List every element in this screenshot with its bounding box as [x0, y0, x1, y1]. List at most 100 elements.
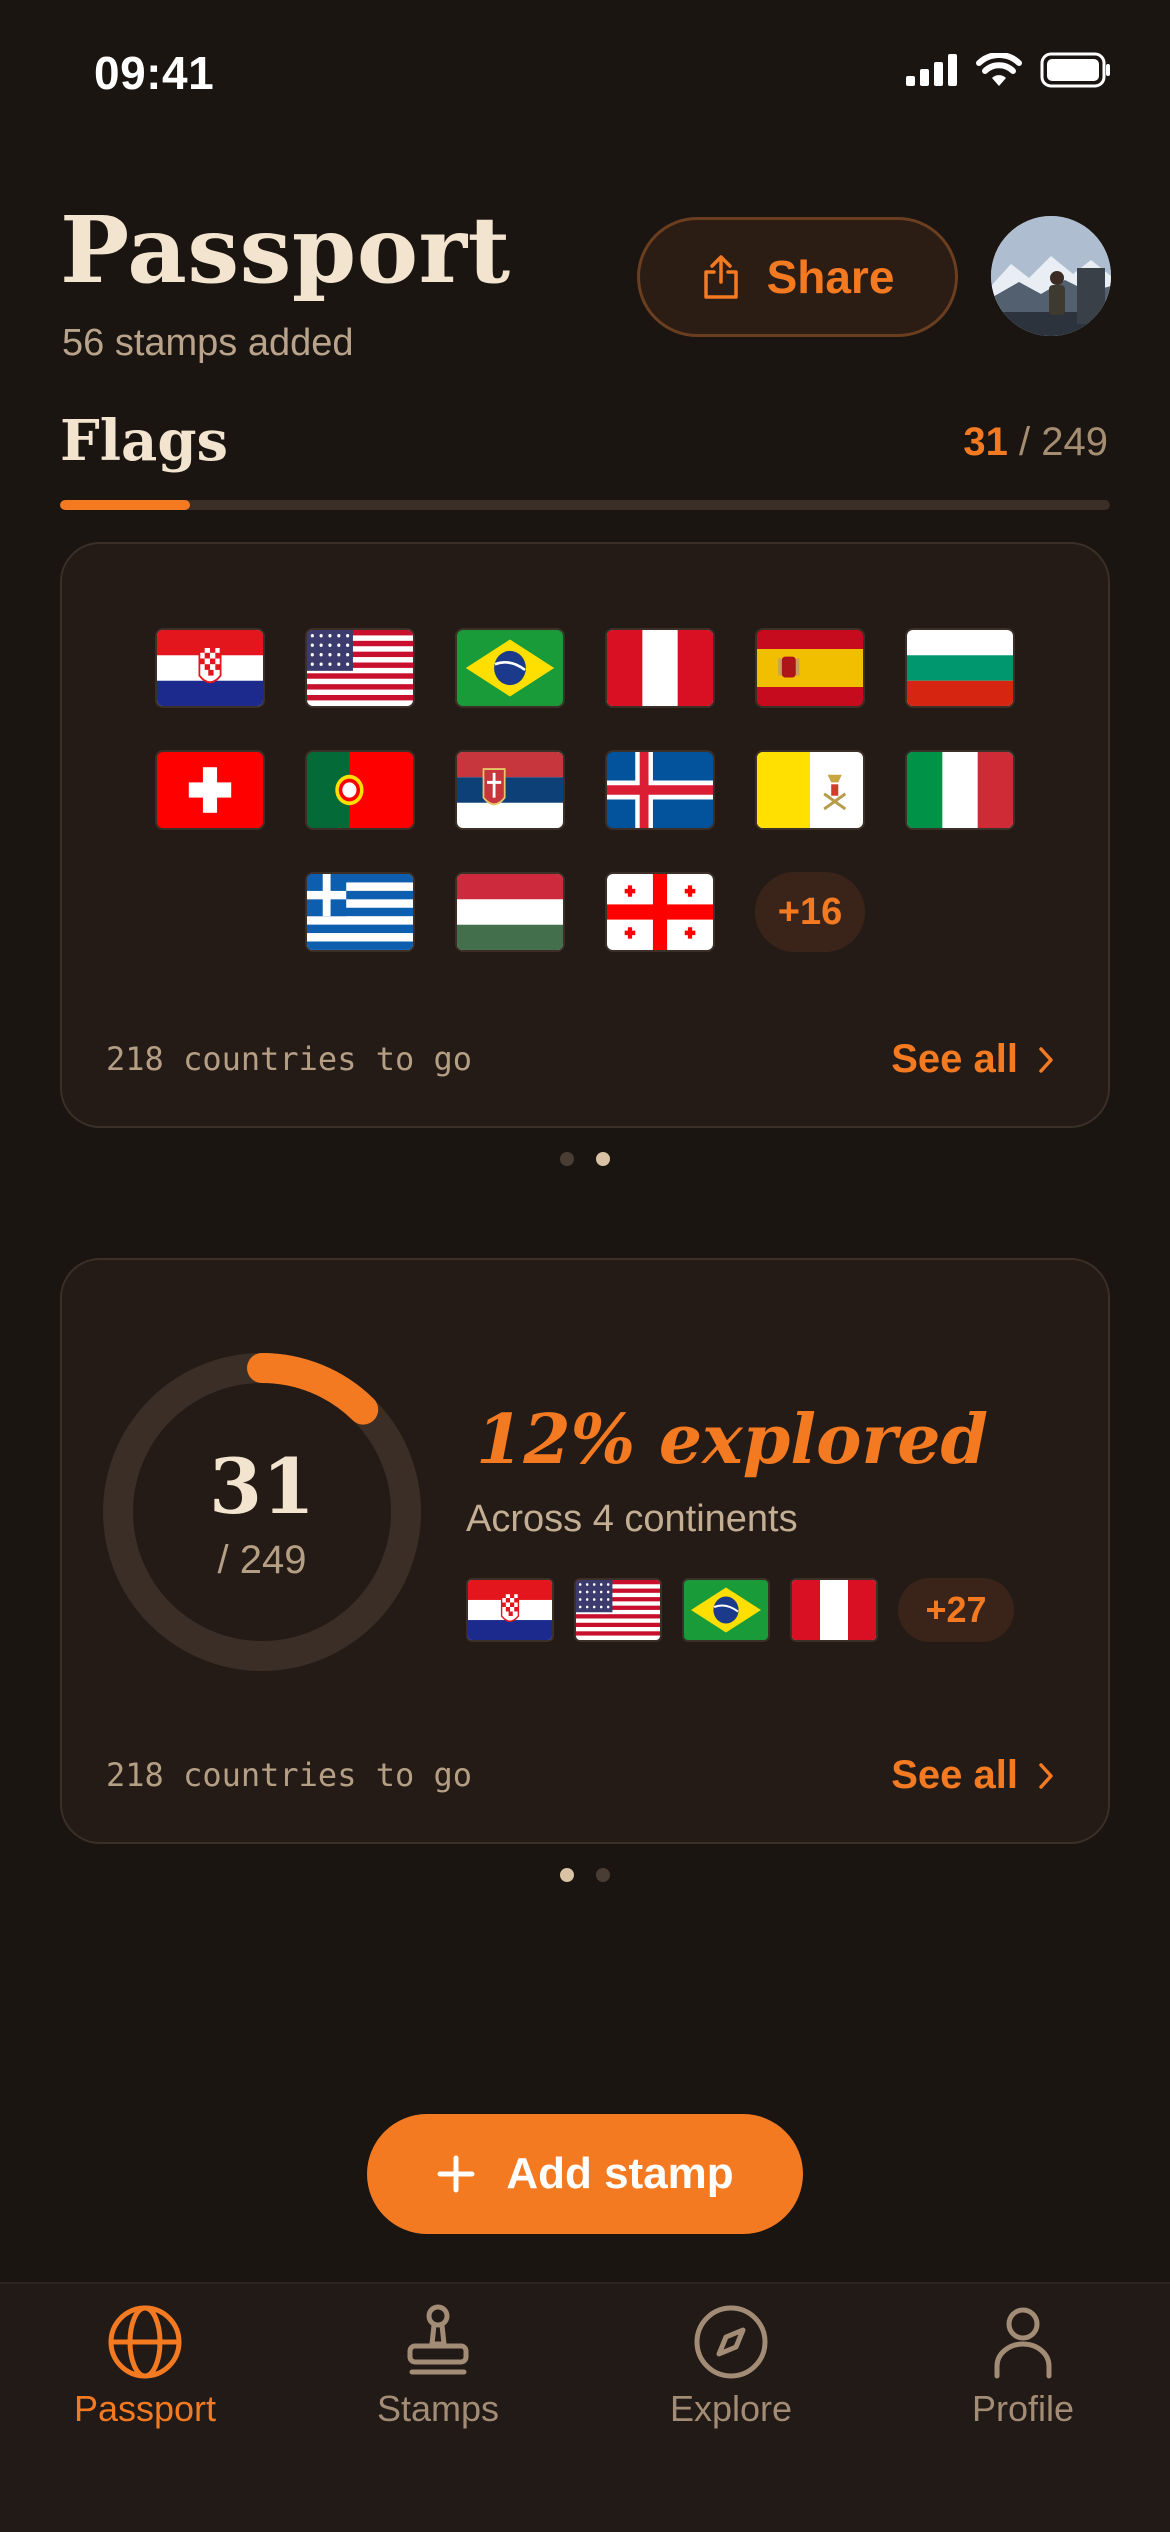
see-all-stats-link[interactable]: See all [891, 1753, 1056, 1798]
exploration-stats-card[interactable]: 31 / 249 12% explored Across 4 continent… [60, 1258, 1110, 1844]
tab-bar: Passport Stamps Explore Profile [0, 2282, 1170, 2532]
see-all-label: See all [891, 1753, 1018, 1797]
flag-row: +16 [62, 872, 1108, 952]
status-time: 09:41 [94, 47, 215, 99]
flag-spain[interactable] [755, 628, 865, 708]
flag-vatican[interactable] [755, 750, 865, 830]
flags-collected: 31 [963, 420, 1008, 464]
explored-percentage: 12% explored [476, 1400, 989, 1480]
flags-progress-bar [60, 500, 1110, 510]
more-flags-pill[interactable]: +27 [898, 1578, 1014, 1642]
share-icon [703, 255, 738, 299]
status-bar: 09:41 [0, 0, 1170, 150]
flag-croatia[interactable] [466, 1578, 554, 1642]
flag-serbia-image [457, 752, 563, 828]
flag-peru[interactable] [790, 1578, 878, 1642]
flag-greece-image [307, 874, 413, 950]
avatar-photo [991, 216, 1111, 336]
flag-italy-image [907, 752, 1013, 828]
page-dot[interactable] [560, 1868, 574, 1882]
flag-hungary-image [457, 874, 563, 950]
flag-serbia[interactable] [455, 750, 565, 830]
flag-bulgaria-image [907, 630, 1013, 706]
stamped-count: 31 [209, 1442, 315, 1531]
flag-croatia-image [157, 630, 263, 706]
passport-screen: 09:41 Passport 56 stamps added Share Fla… [0, 0, 1170, 2532]
recent-flags: +27 [466, 1578, 1014, 1642]
page-dot[interactable] [596, 1152, 610, 1166]
flag-usa-image [307, 630, 413, 706]
cellular-signal-icon [906, 54, 957, 86]
flag-peru[interactable] [605, 628, 715, 708]
wifi-icon [976, 53, 1022, 86]
see-all-flags-link[interactable]: See all [891, 1037, 1056, 1082]
avatar[interactable] [991, 216, 1111, 336]
flags-card[interactable]: +16 218 countries to go See all [60, 542, 1110, 1128]
flag-brazil-image [684, 1580, 768, 1640]
countries-total: / 249 [217, 1538, 307, 1582]
flag-brazil-image [457, 630, 563, 706]
flags-total: 249 [1041, 420, 1108, 464]
stamp-icon [407, 2304, 469, 2375]
tab-stamps[interactable]: Stamps [328, 2302, 548, 2430]
tab-label: Explore [669, 2388, 793, 2429]
countries-to-go: 218 countries to go [106, 1040, 472, 1078]
tab-profile[interactable]: Profile [913, 2302, 1133, 2430]
page-dot[interactable] [596, 1868, 610, 1882]
countries-to-go: 218 countries to go [106, 1756, 472, 1794]
flag-bulgaria[interactable] [905, 628, 1015, 708]
flag-hungary[interactable] [455, 872, 565, 952]
flag-iceland[interactable] [605, 750, 715, 830]
share-button[interactable]: Share [637, 217, 958, 337]
countries-to-go-text: countries to go [183, 1756, 473, 1794]
page-title: Passport [60, 196, 511, 304]
share-label: Share [766, 251, 895, 303]
stamps-added-subtitle: 56 stamps added [62, 322, 354, 364]
countries-to-go-number: 218 [106, 1756, 164, 1794]
flag-brazil[interactable] [455, 628, 565, 708]
flags-progress-fill [60, 500, 191, 510]
flag-spain-image [757, 630, 863, 706]
tab-explore[interactable]: Explore [621, 2302, 841, 2430]
compass-icon [694, 2305, 768, 2379]
countries-to-go-number: 218 [106, 1040, 164, 1078]
flag-usa-image [576, 1580, 660, 1640]
stats-card-page-dots [560, 1868, 610, 1882]
add-stamp-button[interactable]: Add stamp [367, 2114, 803, 2234]
battery-icon [1040, 52, 1110, 88]
flag-portugal[interactable] [305, 750, 415, 830]
more-flags-pill[interactable]: +16 [755, 872, 865, 952]
flag-usa[interactable] [305, 628, 415, 708]
flag-peru-image [607, 630, 713, 706]
flag-usa[interactable] [574, 1578, 662, 1642]
flag-switzerland[interactable] [155, 750, 265, 830]
flags-section-title: Flags [60, 408, 228, 474]
flags-count: 31 / 249 [963, 420, 1108, 465]
continents-count: Across 4 continents [466, 1498, 798, 1540]
page-dot[interactable] [560, 1152, 574, 1166]
flag-peru-image [792, 1580, 876, 1640]
globe-icon [108, 2305, 182, 2379]
flag-row [62, 750, 1108, 830]
tab-label: Profile [971, 2388, 1075, 2429]
flags-count-separator: / [1007, 420, 1042, 464]
status-icons [906, 52, 1112, 88]
tab-label: Passport [73, 2388, 217, 2429]
see-all-label: See all [891, 1037, 1018, 1081]
person-icon [994, 2307, 1052, 2379]
flag-brazil[interactable] [682, 1578, 770, 1642]
tab-label: Stamps [376, 2388, 500, 2429]
tab-passport[interactable]: Passport [35, 2302, 255, 2430]
flag-croatia[interactable] [155, 628, 265, 708]
flag-croatia-image [468, 1580, 552, 1640]
flag-switzerland-image [157, 752, 263, 828]
add-stamp-label: Add stamp [506, 2149, 734, 2198]
flag-italy[interactable] [905, 750, 1015, 830]
flags-card-page-dots [560, 1152, 610, 1166]
countries-to-go-text: countries to go [183, 1040, 473, 1078]
flag-georgia-image [607, 874, 713, 950]
chevron-right-icon [1039, 1046, 1053, 1073]
flag-georgia[interactable] [605, 872, 715, 952]
flag-portugal-image [307, 752, 413, 828]
flag-greece[interactable] [305, 872, 415, 952]
